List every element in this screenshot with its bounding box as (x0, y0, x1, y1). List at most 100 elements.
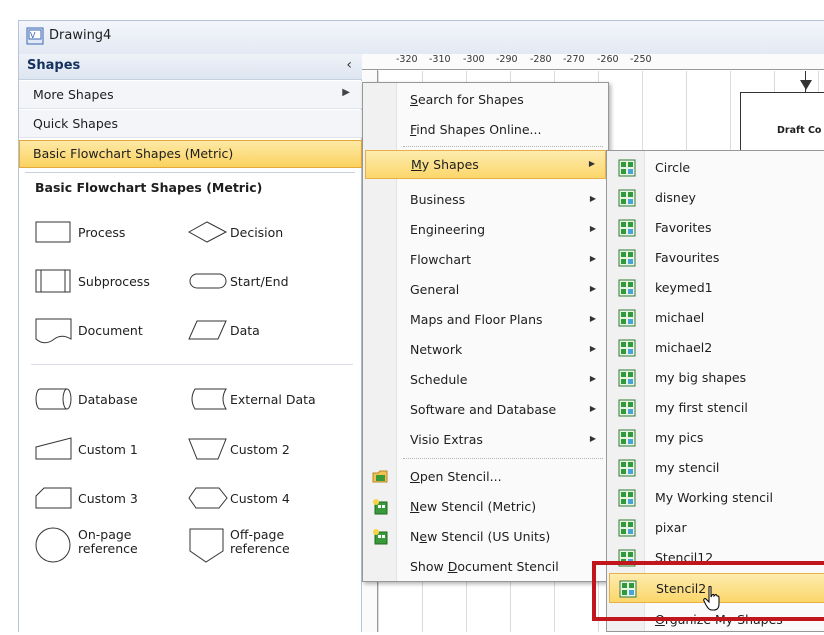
document-titlebar: V Drawing4 (18, 20, 824, 54)
menu-item-schedule[interactable]: Schedule ▶ (365, 366, 606, 395)
label-rest: ind Shapes Online... (416, 122, 542, 137)
my-shapes-item-favorites[interactable]: Favorites (609, 213, 824, 243)
ruler-tick: -250 (630, 54, 652, 65)
label-rest: w Stencil (US Units) (427, 529, 551, 544)
ruler-tick: -280 (530, 54, 552, 65)
menu-item-label: Show Document Stencil (410, 559, 559, 574)
more-shapes-menu: Search for Shapes Find Shapes Online... … (362, 82, 609, 582)
basic-flowchart-stencil-label: Basic Flowchart Shapes (Metric) (33, 146, 234, 161)
submenu-arrow-icon: ▶ (589, 434, 596, 443)
shape-label: Start/End (230, 274, 289, 289)
my-shapes-item-label: michael2 (655, 340, 713, 355)
submenu-arrow-icon: ▶ (589, 254, 596, 263)
ruler-tick: -290 (496, 54, 518, 65)
stencil-icon (618, 159, 636, 177)
stencil-icon (618, 369, 636, 387)
stencil-icon (618, 429, 636, 447)
shape-label: Custom 2 (230, 442, 290, 457)
menu-item-label: My Shapes (411, 157, 479, 172)
label-rest: ew Stencil (Metric) (419, 499, 537, 514)
menu-item-my-shapes[interactable]: My Shapes ▶ (365, 150, 606, 179)
my-shapes-item-label: pixar (655, 520, 687, 535)
my-shapes-item-circle[interactable]: Circle (609, 153, 824, 183)
menu-item-engineering[interactable]: Engineering ▶ (365, 216, 606, 245)
my-shapes-item-label: keymed1 (655, 280, 713, 295)
shape-label: Process (78, 225, 126, 240)
stencil-icon (618, 519, 636, 537)
mouse-pointer-icon (703, 586, 720, 611)
menu-item-maps-and-floor-plans[interactable]: Maps and Floor Plans ▶ (365, 306, 606, 335)
shape-label: Custom 3 (78, 491, 138, 506)
basic-flowchart-stencil-row[interactable]: Basic Flowchart Shapes (Metric) (19, 140, 362, 168)
my-shapes-item-label: my first stencil (655, 400, 748, 415)
my-shapes-item-label: my pics (655, 430, 704, 445)
my-shapes-item-favourites[interactable]: Favourites (609, 243, 824, 273)
document-title: Drawing4 (49, 28, 112, 43)
more-shapes-row[interactable]: More Shapes ▶ (19, 81, 362, 109)
mnemonic: O (410, 469, 420, 484)
my-shapes-item-my-first-stencil[interactable]: my first stencil (609, 393, 824, 423)
new-stencil-icon (373, 499, 388, 515)
shape-label: Off-page reference (230, 527, 290, 556)
custom2-shape-icon (188, 438, 227, 460)
connector-arrowhead-icon (800, 80, 812, 90)
visio-document-icon: V (26, 27, 44, 45)
shapes-pane-title: Shapes (27, 58, 81, 73)
menu-item-visio-extras[interactable]: Visio Extras ▶ (365, 426, 606, 455)
menu-item-show-document-stencil[interactable]: Show Document Stencil (365, 553, 606, 582)
quick-shapes-label: Quick Shapes (33, 116, 118, 131)
stencil-icon (618, 309, 636, 327)
window-frame-top (0, 0, 824, 20)
collapse-pane-chevron-icon[interactable]: ‹ (346, 57, 352, 73)
menu-item-search-for-shapes[interactable]: Search for Shapes (365, 86, 606, 115)
my-shapes-item-my-stencil[interactable]: my stencil (609, 453, 824, 483)
submenu-arrow-icon: ▶ (589, 344, 596, 353)
divider (25, 172, 355, 173)
menu-item-new-stencil-us-units[interactable]: New Stencil (US Units) (365, 523, 606, 552)
my-shapes-item-label: my big shapes (655, 370, 747, 385)
my-shapes-item-my-working-stencil[interactable]: My Working stencil (609, 483, 824, 513)
menu-item-new-stencil-metric[interactable]: New Stencil (Metric) (365, 493, 606, 522)
mnemonic: M (411, 157, 422, 172)
my-shapes-item-michael[interactable]: michael (609, 303, 824, 333)
submenu-arrow-icon: ▶ (589, 224, 596, 233)
submenu-arrow-icon: ▶ (589, 404, 596, 413)
start-end-shape-icon (189, 273, 227, 289)
my-shapes-item-my-pics[interactable]: my pics (609, 423, 824, 453)
menu-item-label: Search for Shapes (410, 92, 524, 107)
submenu-arrow-icon: ▶ (588, 159, 595, 168)
menu-item-network[interactable]: Network ▶ (365, 336, 606, 365)
menu-item-flowchart[interactable]: Flowchart ▶ (365, 246, 606, 275)
document-shape-icon (35, 318, 72, 344)
menu-item-label: Software and Database (410, 402, 557, 417)
shapes-pane: Shapes ‹ More Shapes ▶ Quick Shapes Basi… (18, 54, 362, 632)
menu-item-label: Network (410, 342, 463, 357)
my-shapes-item-my-big-shapes[interactable]: my big shapes (609, 363, 824, 393)
menu-item-label: Find Shapes Online... (410, 122, 541, 137)
custom3-shape-icon (35, 487, 72, 509)
shape-label: External Data (230, 392, 316, 407)
stencil-title: Basic Flowchart Shapes (Metric) (35, 180, 263, 195)
horizontal-ruler: -320 -310 -300 -290 -280 -270 -260 -250 (362, 54, 824, 70)
menu-item-business[interactable]: Business ▶ (365, 186, 606, 215)
my-shapes-item-label: Favourites (655, 250, 720, 265)
database-shape-icon (35, 388, 72, 410)
menu-item-label: Visio Extras (410, 432, 483, 447)
new-stencil-icon (373, 529, 388, 545)
menu-item-label: New Stencil (Metric) (410, 499, 536, 514)
stencil-icon (618, 459, 636, 477)
submenu-arrow-icon: ▶ (589, 314, 596, 323)
stencil-icon (618, 399, 636, 417)
my-shapes-item-label: disney (655, 190, 696, 205)
menu-item-general[interactable]: General ▶ (365, 276, 606, 305)
decision-shape-icon (187, 221, 228, 243)
menu-item-open-stencil[interactable]: Open Stencil... (365, 463, 606, 492)
menu-item-software-and-database[interactable]: Software and Database ▶ (365, 396, 606, 425)
menu-item-find-shapes-online[interactable]: Find Shapes Online... (365, 116, 606, 145)
my-shapes-item-michael2[interactable]: michael2 (609, 333, 824, 363)
quick-shapes-row[interactable]: Quick Shapes (19, 110, 362, 138)
shape-label: Decision (230, 225, 284, 240)
my-shapes-item-keymed1[interactable]: keymed1 (609, 273, 824, 303)
my-shapes-item-disney[interactable]: disney (609, 183, 824, 213)
my-shapes-item-pixar[interactable]: pixar (609, 513, 824, 543)
